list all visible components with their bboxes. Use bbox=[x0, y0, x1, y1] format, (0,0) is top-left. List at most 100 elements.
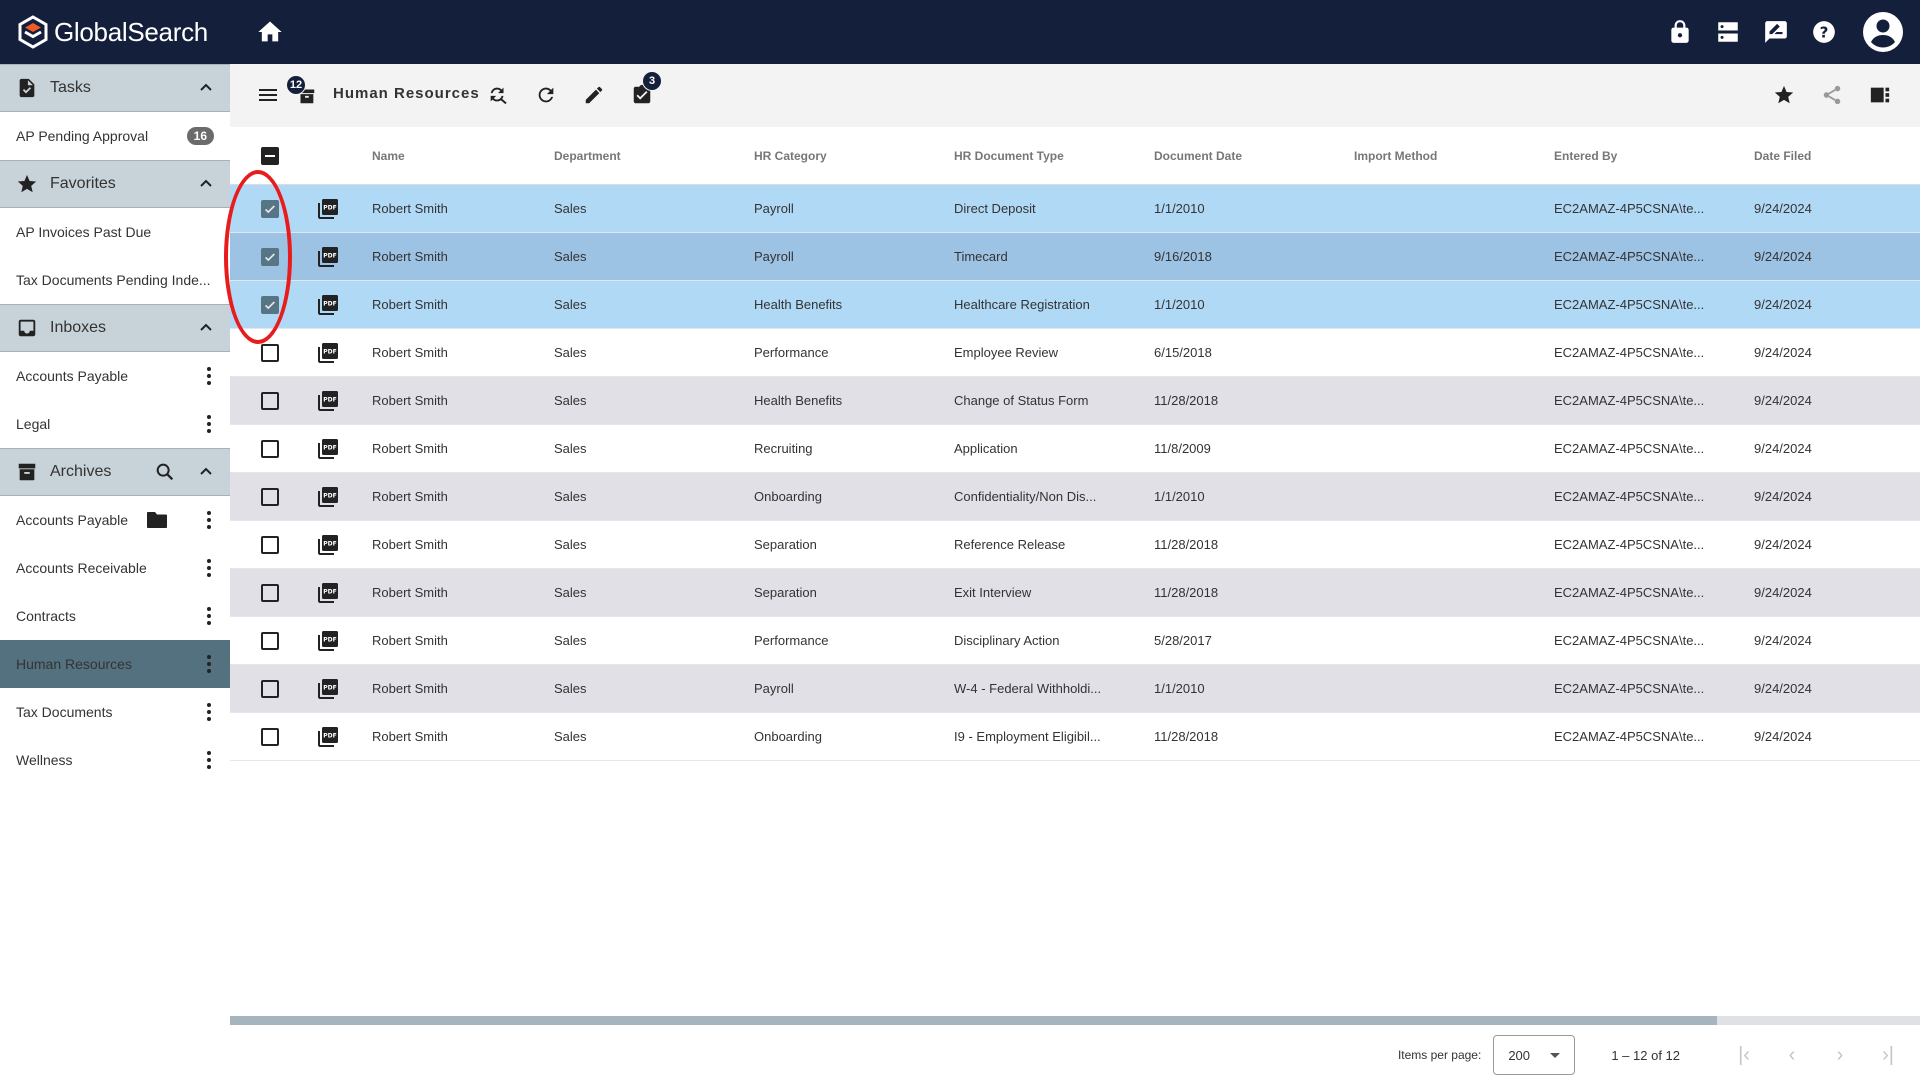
pdf-file-icon[interactable]: PDF bbox=[316, 341, 340, 365]
app-logo[interactable]: GlobalSearch bbox=[16, 0, 208, 64]
home-button[interactable] bbox=[256, 18, 284, 46]
row-checkbox[interactable] bbox=[261, 583, 279, 602]
row-checkbox[interactable] bbox=[261, 487, 279, 506]
column-header-import-method[interactable]: Import Method bbox=[1354, 149, 1554, 163]
row-checkbox[interactable] bbox=[261, 343, 279, 362]
chevron-up-icon[interactable] bbox=[198, 464, 214, 480]
pdf-file-icon[interactable]: PDF bbox=[316, 677, 340, 701]
table-row[interactable]: PDF Robert Smith Sales Payroll Timecard 9/16/… bbox=[230, 233, 1920, 281]
pdf-file-icon[interactable]: PDF bbox=[316, 245, 340, 269]
search-icon[interactable] bbox=[154, 461, 176, 483]
sidebar-item-archive-wellness[interactable]: Wellness bbox=[0, 736, 230, 784]
sidebar-section-favorites[interactable]: Favorites bbox=[0, 160, 230, 208]
pdf-file-icon[interactable]: PDF bbox=[316, 197, 340, 221]
table-row[interactable]: PDF Robert Smith Sales Recruiting Applicatio… bbox=[230, 425, 1920, 473]
table-row[interactable]: PDF Robert Smith Sales Payroll Direct Deposi… bbox=[230, 185, 1920, 233]
items-per-page-select[interactable]: 200 bbox=[1493, 1035, 1576, 1075]
sidebar-item-archive-human-resources[interactable]: Human Resources bbox=[0, 640, 230, 688]
more-vert-icon[interactable] bbox=[206, 751, 212, 769]
row-checkbox[interactable] bbox=[261, 535, 279, 554]
row-checkbox[interactable] bbox=[261, 631, 279, 650]
row-checkbox[interactable] bbox=[261, 247, 279, 266]
sidebar-item-label: AP Invoices Past Due bbox=[16, 224, 152, 240]
lock-button[interactable] bbox=[1666, 18, 1694, 46]
selected-tasks-button[interactable]: 3 bbox=[628, 71, 662, 109]
search-refresh-button[interactable] bbox=[484, 81, 512, 109]
table-row[interactable]: PDF Robert Smith Sales Health Benefits Chang… bbox=[230, 377, 1920, 425]
feedback-button[interactable] bbox=[1762, 18, 1790, 46]
previous-page-button[interactable]: ‹ bbox=[1772, 1035, 1812, 1075]
row-checkbox[interactable] bbox=[261, 727, 279, 746]
pdf-file-icon[interactable]: PDF bbox=[316, 293, 340, 317]
sidebar-item-inbox-legal[interactable]: Legal bbox=[0, 400, 230, 448]
pdf-file-icon[interactable]: PDF bbox=[316, 725, 340, 749]
column-header-document-date[interactable]: Document Date bbox=[1154, 149, 1354, 163]
table-row[interactable]: PDF Robert Smith Sales Separation Exit Inter… bbox=[230, 569, 1920, 617]
more-vert-icon[interactable] bbox=[206, 703, 212, 721]
share-button[interactable] bbox=[1818, 81, 1846, 109]
edit-button[interactable] bbox=[580, 81, 608, 109]
row-checkbox[interactable] bbox=[261, 679, 279, 698]
sidebar-item-archive-accounts-payable[interactable]: Accounts Payable bbox=[0, 496, 230, 544]
sidebar-item-archive-tax-documents[interactable]: Tax Documents bbox=[0, 688, 230, 736]
pdf-file-icon[interactable]: PDF bbox=[316, 533, 340, 557]
table-row[interactable]: PDF Robert Smith Sales Separation Reference … bbox=[230, 521, 1920, 569]
table-row[interactable]: PDF Robert Smith Sales Onboarding Confidenti… bbox=[230, 473, 1920, 521]
table-row[interactable]: PDF Robert Smith Sales Performance Employee … bbox=[230, 329, 1920, 377]
sidebar-item-tax-documents-pending[interactable]: Tax Documents Pending Inde... bbox=[0, 256, 230, 304]
select-all-checkbox[interactable] bbox=[261, 146, 279, 165]
sidebar-item-ap-pending-approval[interactable]: AP Pending Approval 16 bbox=[0, 112, 230, 160]
pdf-file-icon[interactable]: PDF bbox=[316, 485, 340, 509]
chevron-up-icon[interactable] bbox=[198, 176, 214, 192]
pdf-file-icon[interactable]: PDF bbox=[316, 581, 340, 605]
help-button[interactable]: ? bbox=[1810, 18, 1838, 46]
more-vert-icon[interactable] bbox=[206, 655, 212, 673]
cell-hr-category: Onboarding bbox=[754, 489, 822, 504]
first-page-button[interactable]: |‹ bbox=[1724, 1035, 1764, 1075]
chevron-up-icon[interactable] bbox=[198, 320, 214, 336]
account-button[interactable] bbox=[1862, 11, 1904, 53]
more-vert-icon[interactable] bbox=[206, 511, 212, 529]
more-vert-icon[interactable] bbox=[206, 559, 212, 577]
column-header-name[interactable]: Name bbox=[354, 149, 554, 163]
more-vert-icon[interactable] bbox=[206, 607, 212, 625]
last-page-button[interactable]: ›| bbox=[1868, 1035, 1908, 1075]
sidebar-item-archive-accounts-receivable[interactable]: Accounts Receivable bbox=[0, 544, 230, 592]
column-header-entered-by[interactable]: Entered By bbox=[1554, 149, 1754, 163]
table-row[interactable]: PDF Robert Smith Sales Payroll W-4 - Federal… bbox=[230, 665, 1920, 713]
sidebar-item-ap-invoices-past-due[interactable]: AP Invoices Past Due bbox=[0, 208, 230, 256]
row-checkbox[interactable] bbox=[261, 199, 279, 218]
sidebar-section-tasks[interactable]: Tasks bbox=[0, 64, 230, 112]
sidebar-item-archive-contracts[interactable]: Contracts bbox=[0, 592, 230, 640]
pdf-file-icon[interactable]: PDF bbox=[316, 437, 340, 461]
menu-button[interactable] bbox=[254, 81, 282, 109]
column-header-date-filed[interactable]: Date Filed bbox=[1754, 149, 1920, 163]
cell-document-date: 5/28/2017 bbox=[1154, 633, 1212, 648]
pdf-file-icon[interactable]: PDF bbox=[316, 389, 340, 413]
sidebar-section-inboxes[interactable]: Inboxes bbox=[0, 304, 230, 352]
sidebar-section-archives[interactable]: Archives bbox=[0, 448, 230, 496]
pdf-file-icon[interactable]: PDF bbox=[316, 629, 340, 653]
scrollbar-thumb[interactable] bbox=[230, 1016, 1718, 1025]
chevron-up-icon[interactable] bbox=[198, 80, 214, 96]
column-header-hr-category[interactable]: HR Category bbox=[754, 149, 954, 163]
row-checkbox[interactable] bbox=[261, 295, 279, 314]
table-row[interactable]: PDF Robert Smith Sales Onboarding I9 - Emplo… bbox=[230, 713, 1920, 761]
servers-button[interactable] bbox=[1714, 18, 1742, 46]
table-row[interactable]: PDF Robert Smith Sales Performance Disciplin… bbox=[230, 617, 1920, 665]
archive-badge-button[interactable]: 12 bbox=[286, 75, 320, 109]
more-vert-icon[interactable] bbox=[206, 415, 212, 433]
row-checkbox[interactable] bbox=[261, 391, 279, 410]
table-row[interactable]: PDF Robert Smith Sales Health Benefits Healt… bbox=[230, 281, 1920, 329]
more-vert-icon[interactable] bbox=[206, 367, 212, 385]
favorite-button[interactable] bbox=[1770, 81, 1798, 109]
row-checkbox[interactable] bbox=[261, 439, 279, 458]
next-page-button[interactable]: › bbox=[1820, 1035, 1860, 1075]
sidebar-item-label: Accounts Payable bbox=[16, 368, 129, 384]
refresh-button[interactable] bbox=[532, 81, 560, 109]
column-header-department[interactable]: Department bbox=[554, 149, 754, 163]
column-header-hr-document-type[interactable]: HR Document Type bbox=[954, 149, 1154, 163]
sidebar-item-inbox-accounts-payable[interactable]: Accounts Payable bbox=[0, 352, 230, 400]
toggle-panel-button[interactable] bbox=[1866, 81, 1894, 109]
horizontal-scrollbar[interactable] bbox=[230, 1016, 1920, 1025]
